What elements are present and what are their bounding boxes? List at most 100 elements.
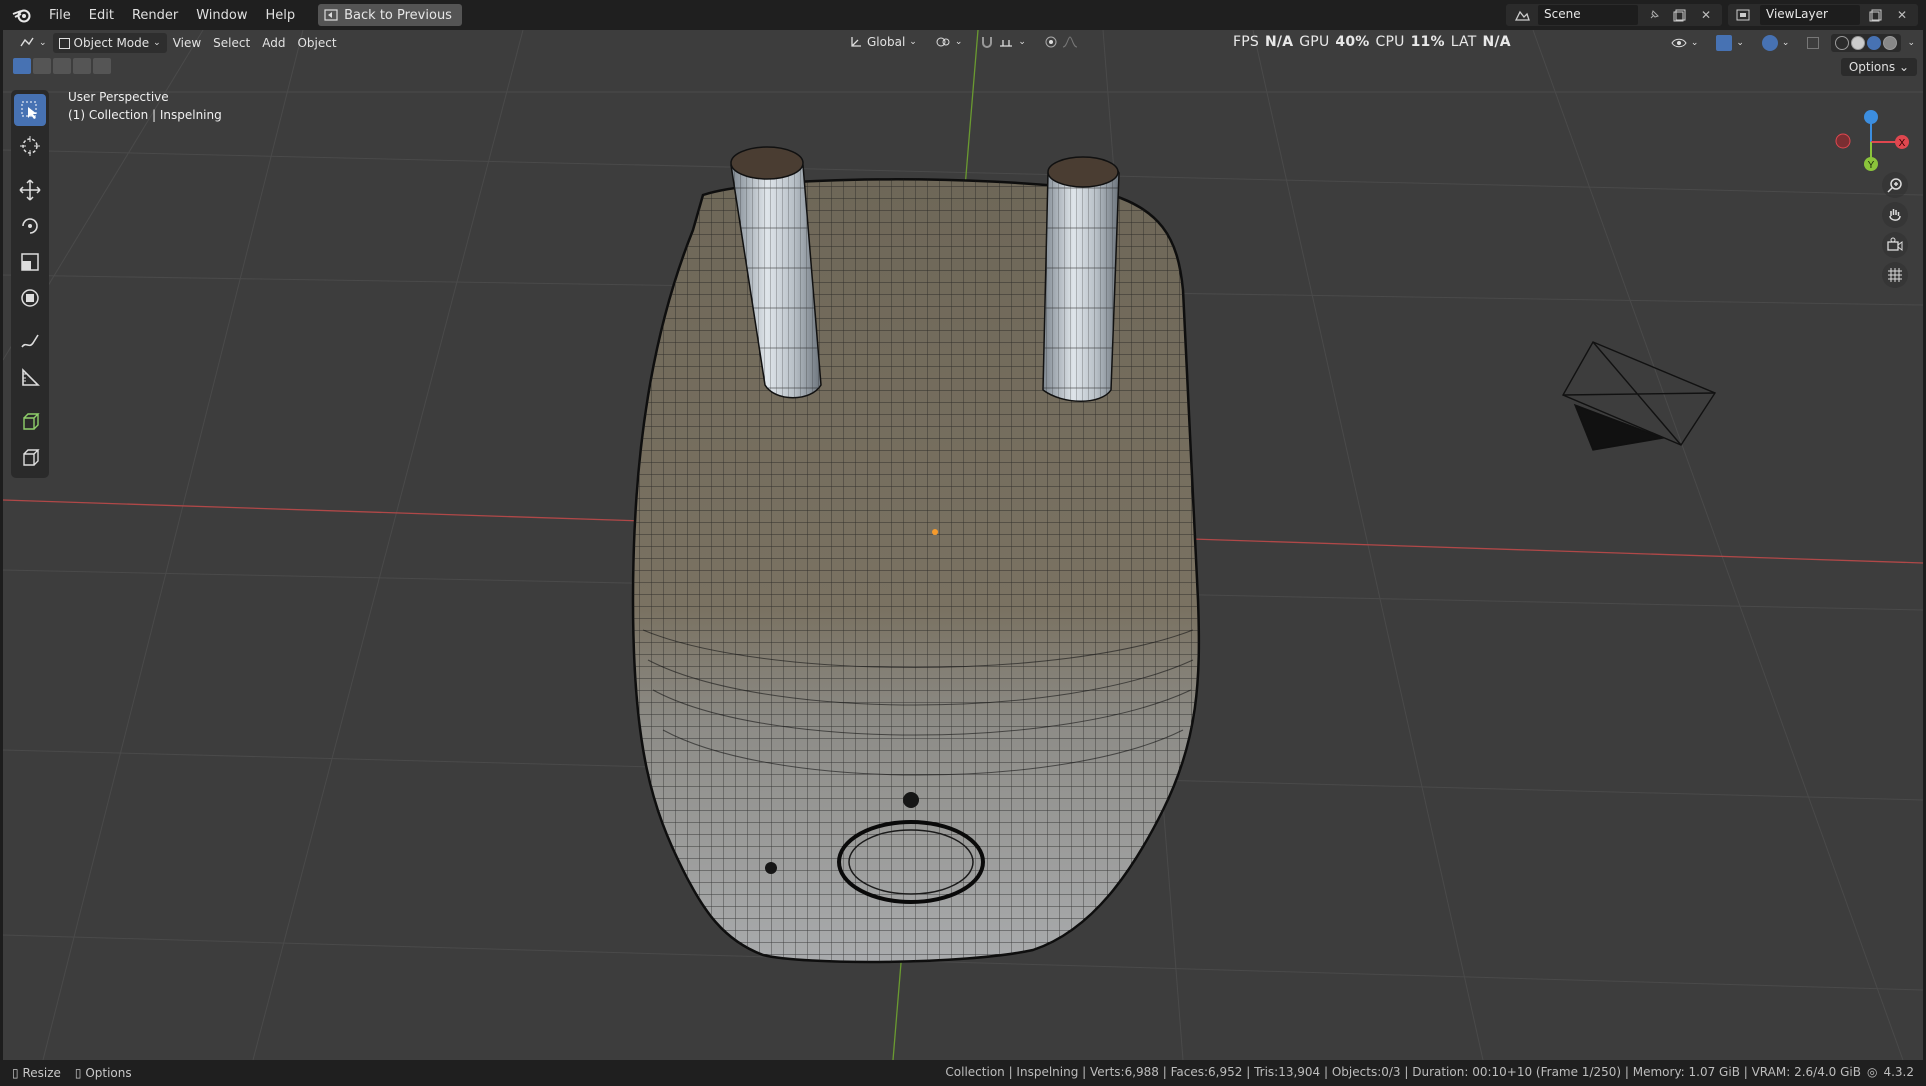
cube-icon: [23, 449, 40, 466]
zoom-view-button[interactable]: [1882, 172, 1908, 198]
menu-window[interactable]: Window: [187, 5, 256, 26]
scene-selector[interactable]: Scene ✕: [1506, 4, 1722, 26]
grid-icon: [1888, 268, 1902, 282]
resize-label: Resize: [22, 1066, 61, 1080]
transform-tool[interactable]: [14, 282, 46, 314]
menu-object[interactable]: Object: [291, 34, 342, 52]
cpu-label: CPU: [1375, 34, 1405, 50]
xray-toggle[interactable]: [1801, 35, 1825, 51]
back-to-previous-button[interactable]: Back to Previous: [318, 4, 462, 26]
pin-icon[interactable]: [1644, 5, 1664, 25]
mouse-icon: ▯: [74, 1066, 82, 1080]
xray-icon: [1807, 37, 1820, 49]
falloff-icon: [1062, 36, 1078, 48]
mouse-icon: ▯: [12, 1066, 19, 1080]
hand-icon: [1889, 209, 1901, 221]
perspective-label: User Perspective: [68, 90, 169, 104]
select-invert-icon[interactable]: [73, 58, 91, 74]
gpu-label: GPU: [1299, 34, 1330, 50]
editor-type-icon: [20, 37, 34, 47]
scale-tool[interactable]: [14, 246, 46, 278]
pan-view-button[interactable]: [1882, 202, 1908, 228]
lat-label: LAT: [1450, 34, 1477, 50]
visibility-selector[interactable]: ⌄: [1665, 34, 1705, 52]
overlays-toggle[interactable]: ⌄: [1756, 33, 1796, 53]
selection-mode-group: [13, 58, 111, 74]
pivot-point-selector[interactable]: ⌄: [929, 33, 969, 51]
orientation-label: Global: [867, 35, 906, 49]
performance-stats: FPS N/A GPU 40% CPU 11% LAT N/A: [1233, 34, 1511, 50]
rendered-shading-icon[interactable]: [1883, 36, 1898, 50]
select-extend-icon[interactable]: [33, 58, 51, 74]
scale-icon: [21, 253, 39, 271]
options-dropdown[interactable]: Options ⌄: [1840, 58, 1917, 76]
transform-icon: [21, 289, 39, 307]
camera-view-button[interactable]: [1882, 232, 1908, 258]
cpu-value: 11%: [1410, 34, 1445, 50]
ortho-toggle-button[interactable]: [1882, 262, 1908, 288]
select-box-tool[interactable]: [14, 94, 46, 126]
select-new-icon[interactable]: [13, 58, 31, 74]
mode-selector[interactable]: Object Mode ⌄: [52, 33, 167, 53]
camera-object: [1562, 341, 1717, 451]
fps-value: N/A: [1264, 34, 1294, 50]
menu-view[interactable]: View: [167, 34, 207, 52]
back-to-previous-label: Back to Previous: [344, 7, 452, 23]
move-tool[interactable]: [14, 174, 46, 206]
blender-logo-icon[interactable]: [8, 4, 36, 26]
scene-name-field[interactable]: Scene: [1538, 5, 1638, 25]
viewlayer-selector[interactable]: ViewLayer ✕: [1728, 4, 1918, 26]
fps-label: FPS: [1233, 34, 1259, 50]
chevron-down-icon[interactable]: ⌄: [1907, 38, 1915, 48]
chevron-down-icon: ⌄: [39, 38, 47, 48]
resize-hint: ▯ Resize: [12, 1066, 61, 1080]
version-label: 4.3.2: [1883, 1065, 1914, 1079]
select-intersect-icon[interactable]: [93, 58, 111, 74]
collection-label: (1) Collection | Inspelning: [68, 108, 222, 122]
annotate-tool[interactable]: [14, 326, 46, 358]
chevron-down-icon: ⌄: [954, 37, 963, 47]
scene-icon: [1512, 5, 1532, 25]
rotate-icon: [22, 218, 38, 234]
options-hint: ▯ Options: [75, 1066, 132, 1080]
viewlayer-name-field[interactable]: ViewLayer: [1760, 5, 1860, 25]
close-viewlayer-icon[interactable]: ✕: [1892, 5, 1912, 25]
new-viewlayer-icon[interactable]: [1866, 5, 1886, 25]
close-scene-icon[interactable]: ✕: [1696, 5, 1716, 25]
measure-tool[interactable]: [14, 362, 46, 394]
3d-cursor-icon: [20, 136, 40, 156]
menu-help[interactable]: Help: [257, 5, 305, 26]
menu-edit[interactable]: Edit: [80, 5, 123, 26]
status-bar: ▯ Resize ▯ Options Collection | Inspelni…: [0, 1060, 1926, 1086]
3d-viewport[interactable]: ⌄ Object Mode ⌄ View Select Add Object G…: [3, 30, 1923, 1060]
solid-shading-icon[interactable]: [1851, 36, 1866, 50]
scene-statistics: Collection | Inspelning | Verts:6,988 | …: [945, 1065, 1861, 1079]
adapter-mesh: [631, 178, 1201, 964]
new-scene-icon[interactable]: [1670, 5, 1690, 25]
add-cube-tool[interactable]: [14, 406, 46, 438]
gizmo-toggle[interactable]: ⌄: [1710, 33, 1750, 53]
cursor-tool[interactable]: [14, 130, 46, 162]
menu-select[interactable]: Select: [207, 34, 256, 52]
primitive-tool[interactable]: [14, 442, 46, 474]
material-shading-icon[interactable]: [1867, 36, 1882, 50]
zoom-icon: [1887, 178, 1902, 193]
viewlayer-icon: [1734, 5, 1754, 25]
transform-orientation-selector[interactable]: Global ⌄: [843, 33, 923, 51]
proportional-edit-toggle[interactable]: [1038, 33, 1084, 51]
menu-add[interactable]: Add: [256, 34, 291, 52]
chevron-down-icon: ⌄: [909, 37, 917, 47]
select-subtract-icon[interactable]: [53, 58, 71, 74]
move-arrows-icon: [19, 179, 41, 201]
lat-value: N/A: [1482, 34, 1511, 50]
wireframe-shading-icon[interactable]: [1835, 36, 1850, 50]
eye-icon: [1671, 38, 1687, 48]
menu-render[interactable]: Render: [123, 5, 187, 26]
top-menu-bar: File Edit Render Window Help Back to Pre…: [0, 0, 1926, 30]
neg-x-axis-icon: [1835, 133, 1851, 149]
rotate-tool[interactable]: [14, 210, 46, 242]
menu-file[interactable]: File: [40, 5, 80, 26]
editor-type-button[interactable]: ⌄: [13, 34, 53, 52]
overlays-icon: [1761, 35, 1778, 51]
snap-toggle[interactable]: ⌄: [974, 33, 1032, 51]
